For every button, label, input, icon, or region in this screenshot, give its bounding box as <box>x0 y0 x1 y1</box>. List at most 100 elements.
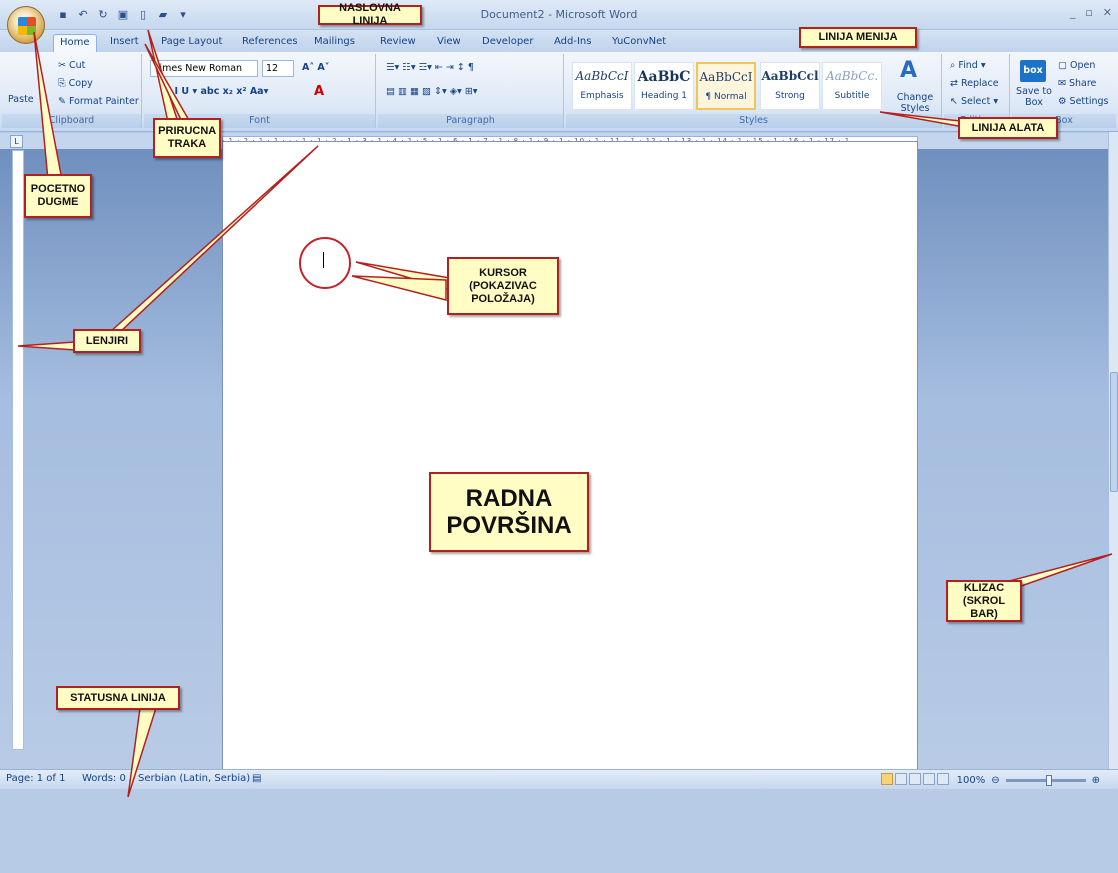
callout-pocetno-dugme: POCETNO DUGME <box>24 174 92 218</box>
vertical-scrollbar[interactable] <box>1108 132 1118 769</box>
change-styles-button[interactable]: Change Styles <box>892 92 938 114</box>
tab-view[interactable]: View <box>431 34 467 52</box>
document-page[interactable] <box>222 141 918 773</box>
format-painter-label: Format Painter <box>68 96 139 107</box>
paste-button[interactable]: Paste <box>8 94 34 105</box>
full-screen-view-button[interactable] <box>894 773 907 785</box>
print-layout-view-button[interactable] <box>880 773 893 785</box>
view-buttons <box>880 773 951 788</box>
find-label: Find <box>958 60 978 71</box>
share-label: Share <box>1068 78 1097 89</box>
save-to-box-button[interactable]: Save to Box <box>1016 86 1052 108</box>
align-buttons[interactable]: ▤ ▥ ▦ ▧ ⇕▾ ◈▾ ⊞▾ <box>386 86 478 97</box>
document-title: Document2 - Microsoft Word <box>480 8 638 21</box>
title-bar: ▪ ↶ ↻ ▣ ▯ ▰ ▾ Document2 - Microsoft Word… <box>0 0 1118 30</box>
style-heading-1[interactable]: AaBbC Heading 1 <box>634 62 694 110</box>
box-settings-button[interactable]: ⚙ Settings <box>1058 96 1109 107</box>
grow-font-button[interactable]: A˄ A˅ <box>302 62 330 73</box>
select-label: Select <box>960 96 991 107</box>
scrollbar-thumb[interactable] <box>1110 372 1118 492</box>
tab-mailings[interactable]: Mailings <box>308 34 361 52</box>
style-name: Subtitle <box>834 91 870 101</box>
replace-button[interactable]: ⇄ Replace <box>950 78 999 89</box>
format-painter-button[interactable]: ✎ Format Painter <box>58 96 139 107</box>
box-share-button[interactable]: ✉ Share <box>1058 78 1096 89</box>
style-preview: AaBbCcl <box>761 69 819 83</box>
box-logo-icon: box <box>1020 60 1046 82</box>
web-layout-view-button[interactable] <box>908 773 921 785</box>
callout-naslovna-linija: NASLOVNA LINIJA <box>318 2 422 27</box>
zoom-slider[interactable] <box>1005 775 1086 786</box>
callout-linija-alata: LINIJA ALATA <box>958 117 1058 139</box>
style-subtitle[interactable]: AaBbCc. Subtitle <box>822 62 882 110</box>
minimize-button[interactable]: _ <box>1070 6 1076 19</box>
tab-add-ins[interactable]: Add-Ins <box>548 34 597 52</box>
callout-prirucna-traka: PRIRUCNA TRAKA <box>153 118 221 158</box>
close-button[interactable]: ✕ <box>1103 6 1112 19</box>
window-controls: _ ▫ ✕ <box>1070 6 1112 19</box>
style-name: Heading 1 <box>640 91 688 101</box>
change-styles-icon: A <box>900 58 918 83</box>
ribbon-tabs: Home Insert Page Layout References Maili… <box>0 30 1118 52</box>
style-preview: AaBbCc. <box>825 69 879 83</box>
replace-label: Replace <box>960 78 999 89</box>
style-preview: AaBbCcI <box>699 70 753 84</box>
tab-selector-icon[interactable]: L <box>10 135 23 148</box>
find-button[interactable]: ⌕ Find ▾ <box>950 60 986 71</box>
paragraph-group: ☰▾ ☷▾ ☲▾ ⇤ ⇥ ↕ ¶ ▤ ▥ ▦ ▧ ⇕▾ ◈▾ ⊞▾ Paragr… <box>378 54 564 128</box>
paragraph-label: Paragraph <box>378 114 563 128</box>
callout-radna-povrsina: RADNA POVRŠINA <box>429 472 589 552</box>
settings-label: Settings <box>1069 96 1109 107</box>
style-name: Strong <box>775 91 805 101</box>
office-button[interactable] <box>7 6 45 44</box>
select-button[interactable]: ↖ Select ▾ <box>950 96 998 107</box>
status-page[interactable]: Page: 1 of 1 <box>6 773 65 784</box>
tab-insert[interactable]: Insert <box>104 34 145 52</box>
callout-statusna-linija: STATUSNA LINIJA <box>56 686 180 710</box>
zoom-slider-knob[interactable] <box>1045 775 1052 786</box>
style-normal[interactable]: AaBbCcI ¶ Normal <box>696 62 756 110</box>
style-name: ¶ Normal <box>705 92 747 102</box>
style-preview: AaBbCcI <box>575 69 629 83</box>
box-open-button[interactable]: ▢ Open <box>1058 60 1095 71</box>
font-color-button[interactable]: A <box>314 84 324 99</box>
status-language[interactable]: Serbian (Latin, Serbia) <box>138 773 250 784</box>
font-name-field[interactable]: Times New Roman <box>150 60 258 77</box>
vertical-ruler[interactable] <box>12 150 24 750</box>
tab-references[interactable]: References <box>236 34 304 52</box>
font-size-field[interactable]: 12 <box>262 60 294 77</box>
callout-kursor: KURSOR (POKAZIVAC POLOŽAJA) <box>447 257 559 315</box>
tab-yuconvnet[interactable]: YuConvNet <box>606 34 672 52</box>
tab-review[interactable]: Review <box>374 34 422 52</box>
callout-lenjiri: LENJIRI <box>73 329 141 353</box>
clipboard-group: Paste ✂ Cut ⎘ Copy ✎ Format Painter Clip… <box>2 54 142 128</box>
callout-linija-menija: LINIJA MENIJA <box>799 27 917 48</box>
maximize-button[interactable]: ▫ <box>1085 6 1092 19</box>
open-label: Open <box>1070 60 1096 71</box>
outline-view-button[interactable] <box>922 773 935 785</box>
status-bar: Page: 1 of 1 Words: 0 Serbian (Latin, Se… <box>0 769 1118 789</box>
tab-developer[interactable]: Developer <box>476 34 539 52</box>
copy-button[interactable]: ⎘ Copy <box>58 78 93 89</box>
tab-home[interactable]: Home <box>53 34 97 52</box>
font-group: Times New Roman 12 A˄ A˅ B I U ▾ abc x₂ … <box>144 54 376 128</box>
draft-view-button[interactable] <box>936 773 949 785</box>
status-words[interactable]: Words: 0 <box>82 773 126 784</box>
format-buttons[interactable]: B I U ▾ abc x₂ x² Aa▾ <box>164 86 268 97</box>
zoom-level[interactable]: 100% <box>957 775 986 786</box>
zoom-controls: 100% ⊖ ⊕ <box>880 773 1100 788</box>
style-strong[interactable]: AaBbCcl Strong <box>760 62 820 110</box>
clipboard-label: Clipboard <box>2 114 141 128</box>
style-emphasis[interactable]: AaBbCcI Emphasis <box>572 62 632 110</box>
style-name: Emphasis <box>580 91 624 101</box>
styles-label: Styles <box>566 114 941 128</box>
zoom-in-button[interactable]: ⊕ <box>1092 775 1100 786</box>
cut-button[interactable]: ✂ Cut <box>58 60 85 71</box>
proofing-icon[interactable]: ▤ <box>252 773 261 784</box>
cut-label: Cut <box>68 60 86 71</box>
tab-page-layout[interactable]: Page Layout <box>155 34 228 52</box>
zoom-out-button[interactable]: ⊖ <box>991 775 999 786</box>
callout-klizac: KLIZAC (SKROL BAR) <box>946 580 1022 622</box>
list-buttons[interactable]: ☰▾ ☷▾ ☲▾ ⇤ ⇥ ↕ ¶ <box>386 62 474 73</box>
office-logo-icon <box>18 17 36 35</box>
